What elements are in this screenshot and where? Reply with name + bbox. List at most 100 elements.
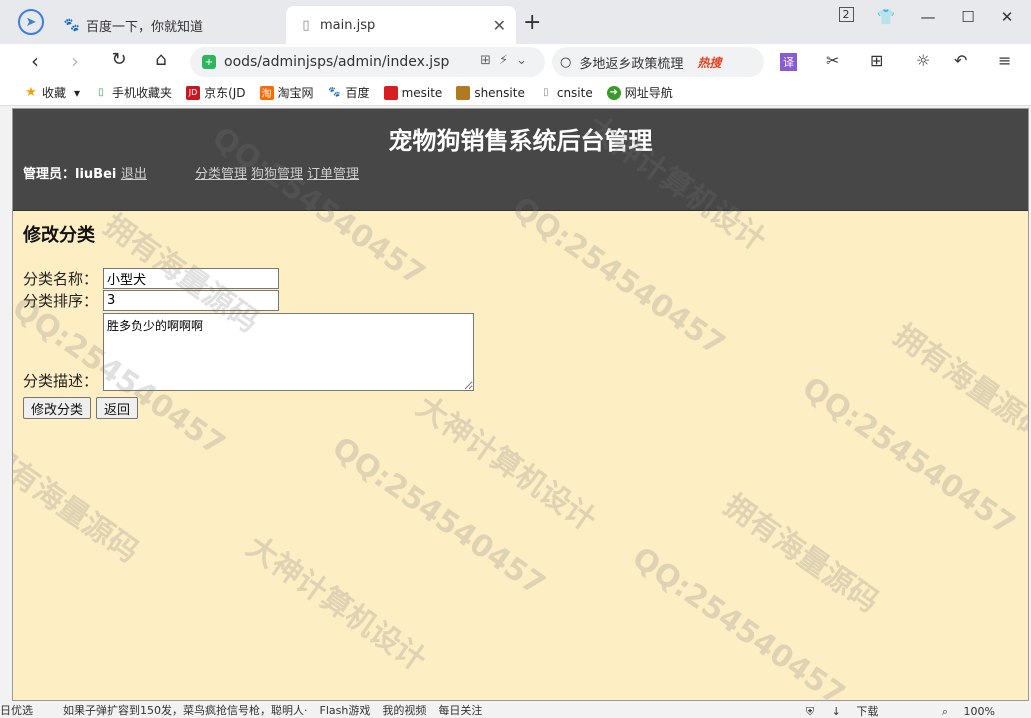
jd-badge: JD xyxy=(188,88,198,97)
paw-icon: 🐾 xyxy=(328,87,341,98)
menu-category[interactable]: 分类管理 xyxy=(195,167,247,182)
edit-category-form: 修改分类 分类名称： 分类排序： 分类描述： 胜多负少的啊啊啊 修改分类 返回 xyxy=(23,221,474,419)
undo-icon[interactable]: ↶ xyxy=(954,51,967,70)
close-window-icon[interactable]: ✕ xyxy=(993,8,1021,26)
watermark: 拥有海量源码 xyxy=(717,487,885,620)
document-icon: ▯ xyxy=(543,87,549,98)
document-icon: ▯ xyxy=(302,17,310,33)
page-viewport: 宠物狗销售系统后台管理 管理员：liuBei 退出 分类管理 狗狗管理 订单管理 修… xyxy=(12,108,1029,701)
bookmark-baidu[interactable]: 🐾 百度 xyxy=(328,84,370,101)
bookmark-favorites[interactable]: ★ 收藏 ▾ xyxy=(24,84,80,101)
category-name-input[interactable] xyxy=(103,268,279,289)
jd-icon: JD xyxy=(186,85,201,100)
bookmark-label: 收藏 xyxy=(42,86,67,100)
bookmark-label: 淘宝网 xyxy=(277,86,314,100)
new-tab-icon[interactable]: + xyxy=(523,10,541,35)
browser-tab-strip: ➤ 🐾 百度一下，你就知道 ▯ main.jsp ✕ + 2 👕 — ☐ ✕ xyxy=(0,0,1031,44)
admin-name: liuBei xyxy=(75,167,117,182)
url-text: oods/adminjsps/admin/index.jsp xyxy=(224,54,450,70)
brightness-icon[interactable]: ☼ xyxy=(916,51,930,70)
bookmark-taobao[interactable]: 淘淘宝网 xyxy=(259,84,314,101)
watermark: 拥有海量源码 xyxy=(887,317,1029,450)
admin-header: 宠物狗销售系统后台管理 管理员：liuBei 退出 分类管理 狗狗管理 订单管理 xyxy=(13,109,1028,211)
back-icon[interactable]: ‹ xyxy=(22,49,48,73)
bookmark-cnsite[interactable]: ▯ cnsite xyxy=(539,86,593,100)
watermark: QQ:254540457 xyxy=(505,190,732,363)
status-item[interactable]: 日优选 xyxy=(0,702,33,718)
minimize-icon[interactable]: — xyxy=(914,8,942,26)
bookmark-mobile[interactable]: ▯ 手机收藏夹 xyxy=(94,84,172,101)
status-bar: 日优选 如果子弹扩容到150发，菜鸟疯抢信号枪，聪明人· Flash游戏 我的视… xyxy=(0,702,1031,718)
site-title: 宠物狗销售系统后台管理 xyxy=(388,127,653,155)
logout-link[interactable]: 退出 xyxy=(121,167,147,182)
shield-icon: + xyxy=(202,55,216,69)
bookmark-label: shensite xyxy=(474,85,525,100)
shield-icon[interactable]: ⛨ xyxy=(806,705,814,718)
back-button[interactable]: 返回 xyxy=(96,397,139,419)
menu-orders[interactable]: 订单管理 xyxy=(307,167,359,182)
order-label: 分类排序： xyxy=(23,292,99,310)
admin-menu: 分类管理 狗狗管理 订单管理 xyxy=(195,163,363,182)
tab-title: 百度一下，你就知道 xyxy=(86,19,204,35)
paw-icon: 🐾 xyxy=(63,17,81,33)
mesite-icon xyxy=(383,85,398,100)
bookmark-label: 京东(JD xyxy=(204,86,246,100)
category-desc-textarea[interactable]: 胜多负少的啊啊啊 xyxy=(103,313,474,391)
phone-icon: ▯ xyxy=(98,87,104,98)
tab-count: 2 xyxy=(838,7,854,22)
nav-icon: ➜ xyxy=(606,85,621,100)
url-bar[interactable]: + oods/adminjsps/admin/index.jsp ⊞⚡⌄ xyxy=(190,47,545,77)
maximize-icon[interactable]: ☐ xyxy=(954,8,982,26)
shirt-icon[interactable]: 👕 xyxy=(872,8,900,26)
search-box[interactable]: ○ 多地返乡政策梳理 热搜 xyxy=(552,47,764,77)
bookmark-mesite[interactable]: mesite xyxy=(383,85,443,100)
name-label: 分类名称： xyxy=(23,270,99,288)
status-flash[interactable]: Flash游戏 xyxy=(320,702,371,718)
refresh-icon[interactable]: ↻ xyxy=(106,49,132,70)
download-label[interactable]: 下载 xyxy=(856,705,878,718)
category-order-input[interactable] xyxy=(103,290,279,311)
translate-icon[interactable]: 译 xyxy=(780,53,797,71)
browser-tab-baidu[interactable]: 🐾 百度一下，你就知道 xyxy=(58,6,284,44)
home-icon[interactable]: ⌂ xyxy=(148,49,174,70)
admin-info: 管理员：liuBei 退出 xyxy=(23,163,147,182)
scissors-icon[interactable]: ✂ xyxy=(826,51,839,70)
bookmark-label: cnsite xyxy=(556,85,593,100)
url-actions-icon[interactable]: ⊞⚡⌄ xyxy=(480,53,535,68)
bookmark-jd[interactable]: JD 京东(JD xyxy=(186,84,246,101)
watermark: QQ:254540457 xyxy=(325,430,552,603)
status-video[interactable]: 我的视频 xyxy=(382,702,426,718)
status-right: ⛨ ↓ 下载 ⌕ 100% xyxy=(806,703,1007,718)
hot-search-label: 热搜 xyxy=(697,55,722,70)
menu-dogs[interactable]: 狗狗管理 xyxy=(251,167,303,182)
bookmark-label: 网址导航 xyxy=(624,86,673,100)
bookmark-shensite[interactable]: shensite xyxy=(456,85,525,100)
close-tab-icon[interactable]: ✕ xyxy=(493,16,506,35)
shensite-icon xyxy=(456,85,471,100)
admin-label: 管理员： xyxy=(23,167,76,182)
menu-icon[interactable]: ≡ xyxy=(998,51,1011,70)
bookmark-label: 手机收藏夹 xyxy=(112,86,173,100)
bookmark-label: mesite xyxy=(401,85,443,100)
chevron-down-icon: ▾ xyxy=(74,85,81,100)
zoom-icon[interactable]: ⌕ xyxy=(942,705,948,718)
tab-count-icon[interactable]: 2 xyxy=(832,7,860,22)
page-heading: 修改分类 xyxy=(23,225,95,246)
translate-label: 译 xyxy=(783,56,794,69)
search-text: 多地返乡政策梳理 xyxy=(579,56,684,72)
compass-icon[interactable]: ➤ xyxy=(18,9,44,35)
forward-icon[interactable]: › xyxy=(62,49,88,73)
taobao-icon: 淘 xyxy=(259,85,274,100)
watermark: 大神计算机设计 xyxy=(239,529,433,679)
bookmark-label: 百度 xyxy=(345,86,370,100)
search-icon: ○ xyxy=(560,54,572,70)
bookmarks-bar: ★ 收藏 ▾ ▯ 手机收藏夹 JD 京东(JD 淘淘宝网 🐾 百度 mesite shen… xyxy=(0,80,1031,106)
bookmark-nav[interactable]: ➜ 网址导航 xyxy=(606,84,673,101)
status-news[interactable]: 如果子弹扩容到150发，菜鸟疯抢信号枪，聪明人· xyxy=(63,702,308,718)
status-follow[interactable]: 每日关注 xyxy=(438,702,482,718)
grid-icon[interactable]: ⊞ xyxy=(870,51,883,70)
download-icon[interactable]: ↓ xyxy=(832,705,841,718)
browser-tab-main[interactable]: ▯ main.jsp ✕ xyxy=(286,6,516,44)
submit-button[interactable]: 修改分类 xyxy=(23,397,92,419)
zoom-level[interactable]: 100% xyxy=(964,705,995,718)
